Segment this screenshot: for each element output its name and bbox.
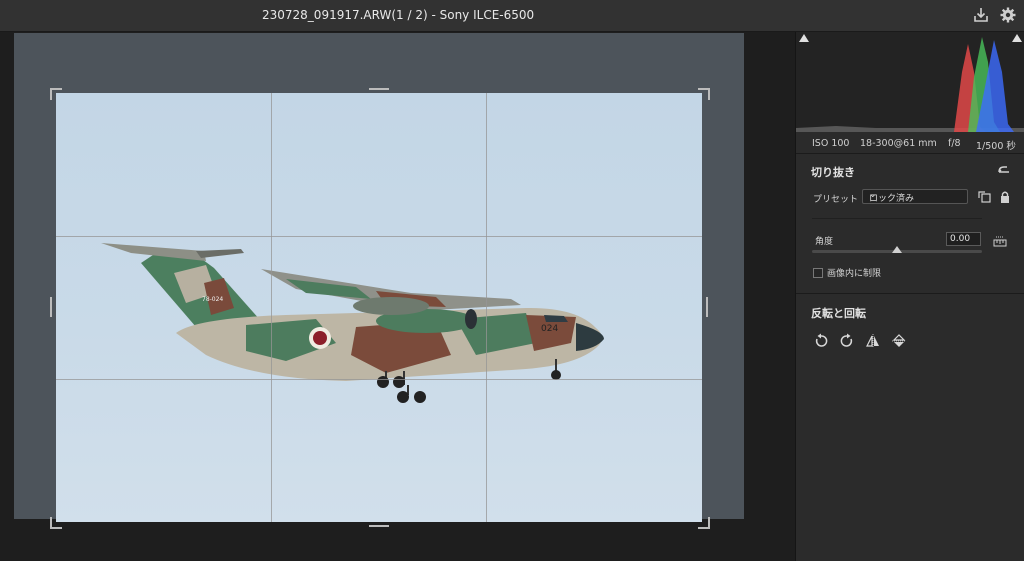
- histogram: [796, 32, 1024, 132]
- divider: [812, 218, 982, 219]
- rotate-crop-icon[interactable]: [977, 189, 993, 205]
- title-bar: 230728_091917.ARW(1 / 2) - Sony ILCE-650…: [0, 0, 1024, 32]
- divider: [796, 293, 1024, 294]
- divider: [796, 153, 1024, 154]
- preset-select[interactable]: ロック済み ⌄: [862, 189, 968, 204]
- crop-section-title[interactable]: 切り抜き: [811, 164, 855, 180]
- aircraft-image: [101, 243, 604, 403]
- nose-number-text: 024: [541, 324, 559, 334]
- crop-handle-top[interactable]: [369, 88, 389, 90]
- angle-slider-thumb[interactable]: [892, 246, 902, 253]
- tail-number-text: 78-024: [202, 296, 224, 303]
- gear-icon[interactable]: [999, 6, 1017, 24]
- crop-handle-top-right[interactable]: [698, 88, 710, 100]
- crop-grid-line: [56, 379, 702, 380]
- aperture-value: f/8: [948, 138, 961, 149]
- angle-input[interactable]: 0.00: [946, 232, 981, 246]
- constrain-label: 画像内に制限: [827, 269, 882, 279]
- crop-grid-line: [56, 236, 702, 237]
- crop-handle-left[interactable]: [50, 297, 52, 317]
- lens-value: 18-300@61 mm: [860, 138, 937, 149]
- edit-panel: ISO 100 18-300@61 mm f/8 1/500 秒 切り抜き プリ…: [795, 32, 1024, 561]
- crop-grid-line: [486, 93, 487, 522]
- iso-value: ISO 100: [812, 138, 850, 149]
- preset-label: プリセット: [813, 195, 859, 205]
- transform-section-title[interactable]: 反転と回転: [811, 305, 866, 321]
- window-title: 230728_091917.ARW(1 / 2) - Sony ILCE-650…: [262, 8, 535, 22]
- crop-handle-right[interactable]: [706, 297, 708, 317]
- flip-vertical-icon[interactable]: [891, 333, 907, 349]
- crop-grid-line: [271, 93, 272, 522]
- crop-handle-bottom-right[interactable]: [698, 517, 710, 529]
- reset-icon[interactable]: [996, 163, 1012, 179]
- constrain-checkbox[interactable]: [813, 268, 823, 278]
- exif-info: ISO 100 18-300@61 mm f/8 1/500 秒: [796, 135, 1024, 153]
- save-icon[interactable]: [972, 6, 990, 24]
- crop-handle-bottom-left[interactable]: [50, 517, 62, 529]
- shutter-value: 1/500 秒: [976, 141, 1016, 152]
- rotate-right-icon[interactable]: [839, 333, 855, 349]
- lock-icon[interactable]: [997, 189, 1013, 205]
- crop-handle-top-left[interactable]: [50, 88, 62, 100]
- straighten-tool-icon[interactable]: [992, 234, 1008, 250]
- crop-handle-bottom[interactable]: [369, 525, 389, 527]
- rotate-left-icon[interactable]: [813, 333, 829, 349]
- angle-label: 角度: [815, 237, 834, 247]
- chevron-down-icon: ⌄: [869, 190, 877, 200]
- flip-horizontal-icon[interactable]: [865, 333, 881, 349]
- photo-preview[interactable]: 78-024 024: [56, 93, 702, 522]
